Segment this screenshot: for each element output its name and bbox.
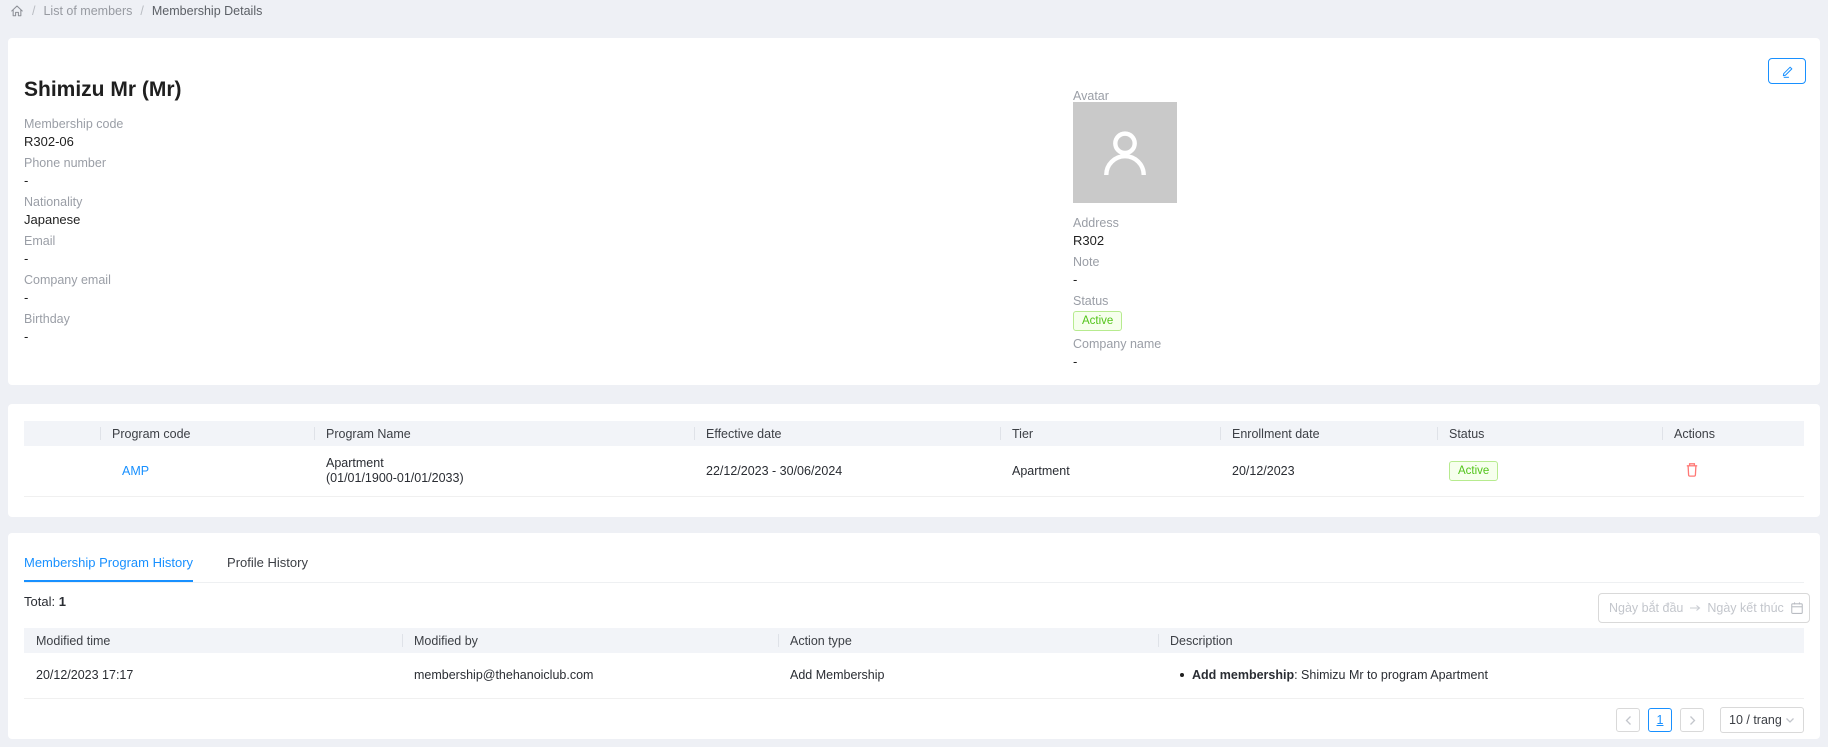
edit-pencil-icon	[1780, 64, 1795, 79]
range-arrow-icon	[1689, 604, 1701, 612]
person-icon	[1094, 122, 1156, 184]
chevron-right-icon	[1688, 715, 1697, 726]
effective-date-cell: 22/12/2023 - 30/06/2024	[694, 446, 1000, 496]
member-fields-left: Membership code R302-06 Phone number - N…	[24, 116, 123, 350]
history-table: Modified time Modified by Action type De…	[24, 628, 1804, 699]
status-badge: Active	[1073, 311, 1122, 331]
chevron-left-icon	[1624, 715, 1633, 726]
page-size-select[interactable]: 10 / trang	[1720, 707, 1804, 733]
breadcrumb-separator: /	[32, 4, 35, 18]
enrollment-date-cell: 20/12/2023	[1220, 446, 1437, 496]
actions-cell	[1662, 446, 1804, 496]
membership-programs-card: Program code Program Name Effective date…	[8, 404, 1820, 517]
col-modified-by: Modified by	[402, 628, 778, 653]
description-cell: Add membership: Shimizu Mr to program Ap…	[1158, 653, 1804, 698]
col-status: Status	[1437, 421, 1662, 446]
field-membership-code: Membership code R302-06	[24, 116, 123, 150]
edit-member-button[interactable]	[1768, 58, 1806, 84]
breadcrumb-list-of-members[interactable]: List of members	[43, 4, 132, 18]
col-enrollment-date: Enrollment date	[1220, 421, 1437, 446]
history-tabbar: Membership Program History Profile Histo…	[24, 547, 1804, 583]
programs-table-header-row: Program code Program Name Effective date…	[24, 421, 1804, 446]
pagination-next-button[interactable]	[1680, 708, 1704, 732]
history-table-header-row: Modified time Modified by Action type De…	[24, 628, 1804, 653]
expand-cell	[24, 446, 100, 496]
avatar	[1073, 102, 1177, 203]
member-name-title: Shimizu Mr (Mr)	[24, 78, 182, 102]
field-note: Note -	[1073, 254, 1177, 288]
modified-by-cell: membership@thehanoiclub.com	[402, 653, 778, 698]
field-company-email: Company email -	[24, 272, 123, 306]
tier-cell: Apartment	[1000, 446, 1220, 496]
delete-program-button[interactable]	[1684, 461, 1700, 478]
history-row: 20/12/2023 17:17 membership@thehanoiclub…	[24, 653, 1804, 698]
modified-time-cell: 20/12/2023 17:17	[24, 653, 402, 698]
date-range-picker[interactable]: Ngày bắt đầu Ngày kết thúc	[1598, 593, 1810, 623]
end-date-input[interactable]: Ngày kết thúc	[1707, 601, 1783, 615]
pagination-prev-button[interactable]	[1616, 708, 1640, 732]
col-description: Description	[1158, 628, 1804, 653]
total-count: Total: 1	[24, 594, 66, 609]
col-actions: Actions	[1662, 421, 1804, 446]
member-fields-right: Avatar Address R302 Note - Status Active	[1073, 88, 1177, 375]
home-icon[interactable]	[10, 4, 24, 18]
col-action-type: Action type	[778, 628, 1158, 653]
chevron-down-icon	[1785, 717, 1795, 724]
tab-profile-history[interactable]: Profile History	[227, 547, 308, 582]
member-profile-card: Shimizu Mr (Mr) Membership code R302-06 …	[8, 38, 1820, 385]
col-effective-date: Effective date	[694, 421, 1000, 446]
program-name-cell: Apartment (01/01/1900-01/01/2033)	[314, 446, 694, 496]
trash-icon	[1684, 461, 1700, 478]
program-row: AMP Apartment (01/01/1900-01/01/2033) 22…	[24, 446, 1804, 496]
breadcrumb: / List of members / Membership Details	[10, 4, 262, 18]
field-status: Status Active	[1073, 293, 1177, 331]
breadcrumb-membership-details: Membership Details	[152, 4, 262, 18]
pagination-page-1-button[interactable]: 1	[1648, 708, 1672, 732]
pagination: 1 10 / trang	[1616, 707, 1804, 733]
programs-table: Program code Program Name Effective date…	[24, 421, 1804, 497]
col-tier: Tier	[1000, 421, 1220, 446]
field-phone-number: Phone number -	[24, 155, 123, 189]
status-cell: Active	[1437, 446, 1662, 496]
col-program-name: Program Name	[314, 421, 694, 446]
start-date-input[interactable]: Ngày bắt đầu	[1609, 601, 1683, 615]
bullet-dot	[1180, 673, 1184, 677]
membership-details-page: / List of members / Membership Details S…	[0, 0, 1828, 747]
program-status-badge: Active	[1449, 461, 1498, 481]
col-program-code: Program code	[100, 421, 314, 446]
field-address: Address R302	[1073, 215, 1177, 249]
tab-membership-program-history[interactable]: Membership Program History	[24, 547, 193, 582]
history-card: Membership Program History Profile Histo…	[8, 533, 1820, 739]
col-expand	[24, 421, 100, 446]
field-nationality: Nationality Japanese	[24, 194, 123, 228]
field-birthday: Birthday -	[24, 311, 123, 345]
field-company-name: Company name -	[1073, 336, 1177, 370]
calendar-icon	[1790, 601, 1804, 615]
total-value: 1	[59, 594, 66, 609]
field-email: Email -	[24, 233, 123, 267]
breadcrumb-separator: /	[140, 4, 143, 18]
program-code-link[interactable]: AMP	[122, 464, 149, 478]
col-modified-time: Modified time	[24, 628, 402, 653]
action-type-cell: Add Membership	[778, 653, 1158, 698]
